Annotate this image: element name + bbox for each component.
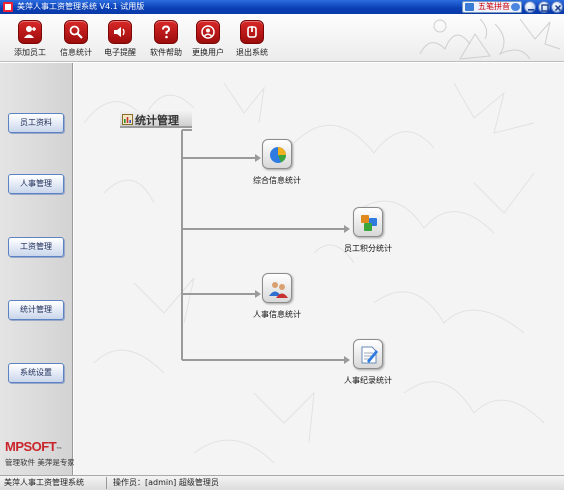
minimize-button[interactable] bbox=[524, 1, 536, 13]
ime-logo-icon bbox=[465, 3, 474, 11]
exit-button[interactable]: 退出系统 bbox=[231, 20, 273, 60]
add-employee-button[interactable]: 添加员工 bbox=[9, 20, 51, 60]
leaf-decoration bbox=[419, 18, 561, 60]
main-panel: 统计管理 综合信息统计 员工积分统计 人事信息统计 人事纪录统计 bbox=[74, 63, 564, 475]
reminder-button[interactable]: 电子提醒 bbox=[99, 20, 141, 60]
close-icon bbox=[554, 4, 562, 12]
speaker-icon bbox=[108, 20, 132, 44]
node-label[interactable]: 综合信息统计 bbox=[232, 175, 322, 186]
app-icon bbox=[3, 2, 13, 12]
maximize-icon bbox=[541, 4, 549, 12]
chevron-down-icon[interactable] bbox=[511, 3, 520, 11]
toolbar-label: 退出系统 bbox=[236, 48, 268, 57]
people-icon[interactable] bbox=[262, 273, 292, 303]
toolbar-label: 信息统计 bbox=[60, 48, 92, 57]
node-label[interactable]: 员工积分统计 bbox=[323, 243, 413, 254]
toolbar: 添加员工 信息统计 电子提醒 软件帮助 更换用户 退出系统 bbox=[0, 14, 564, 62]
node-label[interactable]: 人事纪录统计 bbox=[323, 375, 413, 386]
maximize-button[interactable] bbox=[538, 1, 550, 13]
switch-user-icon bbox=[196, 20, 220, 44]
sidebar: 员工资料 人事管理 工资管理 统计管理 系统设置 MPSOFT™ 管理软件 美萍… bbox=[0, 63, 75, 475]
sidebar-item-salary[interactable]: 工资管理 bbox=[8, 237, 64, 257]
status-app-name: 美萍人事工资管理系统 bbox=[4, 478, 84, 487]
pen-document-icon[interactable] bbox=[353, 339, 383, 369]
ime-indicator[interactable]: 五笔拼音 bbox=[462, 1, 522, 13]
add-user-icon bbox=[18, 20, 42, 44]
ime-label: 五笔拼音 bbox=[478, 2, 510, 11]
logo-text: MPSOFT bbox=[5, 439, 57, 454]
toolbar-label: 添加员工 bbox=[14, 48, 46, 57]
help-button[interactable]: 软件帮助 bbox=[145, 20, 187, 60]
sidebar-item-employee-info[interactable]: 员工资料 bbox=[8, 113, 64, 133]
window-title: 美萍人事工资管理系统 V4.1 试用版 bbox=[17, 2, 145, 11]
sidebar-item-settings[interactable]: 系统设置 bbox=[8, 363, 64, 383]
title-bar: 美萍人事工资管理系统 V4.1 试用版 五笔拼音 bbox=[0, 0, 564, 14]
pie-chart-icon[interactable] bbox=[262, 139, 292, 169]
power-icon bbox=[240, 20, 264, 44]
logo-tm: ™ bbox=[56, 447, 62, 453]
cubes-icon[interactable] bbox=[353, 207, 383, 237]
logo-slogan: 管理软件 美萍是专家 bbox=[5, 458, 75, 467]
toolbar-label: 更换用户 bbox=[192, 48, 224, 57]
sidebar-item-statistics[interactable]: 统计管理 bbox=[8, 300, 64, 320]
status-separator bbox=[106, 477, 107, 489]
switch-user-button[interactable]: 更换用户 bbox=[187, 20, 229, 60]
node-label[interactable]: 人事信息统计 bbox=[232, 309, 322, 320]
sidebar-item-personnel[interactable]: 人事管理 bbox=[8, 174, 64, 194]
status-operator: 操作员：[admin] 超级管理员 bbox=[113, 478, 219, 487]
minimize-icon bbox=[528, 9, 534, 11]
mpsoft-logo: MPSOFT™ 管理软件 美萍是专家 bbox=[5, 439, 75, 468]
help-icon bbox=[154, 20, 178, 44]
info-stats-button[interactable]: 信息统计 bbox=[55, 20, 97, 60]
status-bar: 美萍人事工资管理系统 操作员：[admin] 超级管理员 bbox=[0, 475, 564, 490]
close-button[interactable] bbox=[551, 1, 563, 13]
toolbar-label: 电子提醒 bbox=[104, 48, 136, 57]
search-stats-icon bbox=[64, 20, 88, 44]
tree-connectors bbox=[181, 129, 350, 364]
